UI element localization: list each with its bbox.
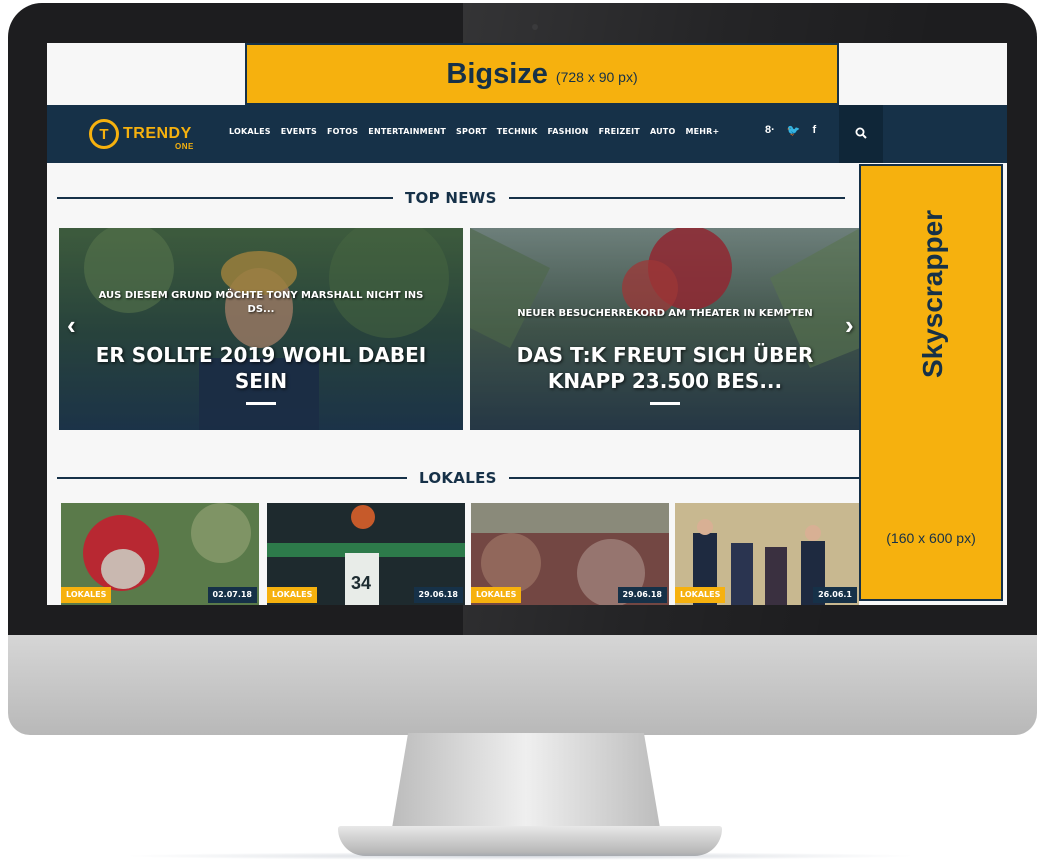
slide-2-kicker: NEUER BESUCHERREKORD AM THEATER IN KEMPT… bbox=[517, 308, 813, 319]
news-card-1[interactable]: LOKALES 02.07.18 bbox=[61, 503, 259, 605]
card-4-category-badge[interactable]: LOKALES bbox=[675, 587, 726, 603]
logo-name-text: TRENDY bbox=[123, 125, 192, 142]
slide-1-kicker-cont: DS... bbox=[247, 304, 275, 315]
monitor-shadow bbox=[120, 852, 920, 860]
nav-item-fashion[interactable]: FASHION bbox=[548, 127, 589, 136]
section-title-top-news: TOP NEWS bbox=[405, 189, 497, 207]
card-1-date: 02.07.18 bbox=[207, 587, 257, 603]
site-logo[interactable]: T TRENDY ONE bbox=[89, 115, 209, 153]
camera-dot bbox=[532, 24, 538, 30]
skyscraper-title: Skyscrapper bbox=[917, 209, 948, 379]
card-4-date: 26.06.1 bbox=[813, 587, 857, 603]
skyscraper-dimensions: (160 x 600 px) bbox=[886, 530, 976, 546]
heading-line-left bbox=[57, 477, 407, 479]
monitor-chin bbox=[8, 635, 1037, 735]
card-3-date: 29.06.18 bbox=[617, 587, 667, 603]
slide-image-1 bbox=[59, 228, 463, 430]
logo-sub-text: ONE bbox=[175, 142, 194, 151]
section-heading-lokales: LOKALES bbox=[57, 468, 859, 488]
nav-menu: LOKALES EVENTS FOTOS ENTERTAINMENT SPORT… bbox=[229, 127, 719, 136]
search-icon bbox=[855, 127, 867, 142]
social-links: 8· 🐦 f bbox=[765, 124, 816, 137]
nav-item-mehr[interactable]: MEHR+ bbox=[685, 127, 719, 136]
heading-line-left bbox=[57, 197, 393, 199]
nav-item-freizeit[interactable]: FREIZEIT bbox=[599, 127, 640, 136]
slide-2-title-line-2: KNAPP 23.500 BES... bbox=[547, 369, 783, 393]
slide-1-underline bbox=[246, 402, 276, 405]
section-title-lokales: LOKALES bbox=[419, 469, 497, 487]
twitter-icon[interactable]: 🐦 bbox=[787, 124, 801, 137]
nav-item-auto[interactable]: AUTO bbox=[650, 127, 676, 136]
bigsize-title: Bigsize bbox=[446, 57, 548, 90]
section-heading-top-news: TOP NEWS bbox=[57, 188, 845, 208]
slide-1-title-line-2: SEIN bbox=[234, 369, 288, 393]
card-1-category-badge[interactable]: LOKALES bbox=[61, 587, 112, 603]
news-card-4[interactable]: LOKALES 26.06.1 bbox=[675, 503, 859, 605]
card-2-date: 29.06.18 bbox=[413, 587, 463, 603]
nav-item-events[interactable]: EVENTS bbox=[281, 127, 317, 136]
slider-prev-icon[interactable]: ‹ bbox=[67, 310, 76, 341]
slider-next-icon[interactable]: › bbox=[845, 310, 854, 341]
slide-2-underline bbox=[650, 402, 680, 405]
bigsize-ad-banner[interactable]: Bigsize (728 x 90 px) bbox=[245, 43, 839, 105]
svg-text:34: 34 bbox=[351, 573, 371, 593]
main-navbar: T TRENDY ONE LOKALES EVENTS FOTOS ENTERT… bbox=[47, 105, 1007, 163]
slide-image-2 bbox=[470, 228, 860, 430]
nav-item-fotos[interactable]: FOTOS bbox=[327, 127, 358, 136]
search-button[interactable] bbox=[839, 105, 883, 163]
card-2-category-badge[interactable]: LOKALES bbox=[267, 587, 318, 603]
monitor-stand-neck bbox=[392, 733, 660, 828]
logo-name: TRENDY ONE bbox=[123, 125, 193, 151]
slide-1-kicker: AUS DIESEM GRUND MÖCHTE TONY MARSHALL NI… bbox=[98, 290, 424, 301]
website-screen: Bigsize (728 x 90 px) T TRENDY ONE LOKAL… bbox=[47, 43, 1007, 605]
skyscraper-ad-banner[interactable]: Skyscrapper (160 x 600 px) bbox=[859, 164, 1003, 601]
heading-line-right bbox=[508, 197, 845, 199]
nav-item-sport[interactable]: SPORT bbox=[456, 127, 487, 136]
facebook-icon[interactable]: f bbox=[812, 124, 816, 137]
bigsize-dimensions: (728 x 90 px) bbox=[555, 69, 638, 85]
news-card-3[interactable]: LOKALES 29.06.18 bbox=[471, 503, 669, 605]
slide-news-2[interactable]: NEUER BESUCHERREKORD AM THEATER IN KEMPT… bbox=[470, 228, 860, 430]
nav-item-entertainment[interactable]: ENTERTAINMENT bbox=[368, 127, 446, 136]
slide-1-title-line-1: ER SOLLTE 2019 WOHL DABEI bbox=[95, 343, 427, 367]
nav-item-technik[interactable]: TECHNIK bbox=[497, 127, 538, 136]
nav-item-lokales[interactable]: LOKALES bbox=[229, 127, 271, 136]
news-card-2[interactable]: 34 LOKALES 29.06.18 bbox=[267, 503, 465, 605]
slide-news-1[interactable]: AUS DIESEM GRUND MÖCHTE TONY MARSHALL NI… bbox=[59, 228, 463, 430]
logo-mark: T bbox=[89, 119, 119, 149]
google-plus-icon[interactable]: 8· bbox=[765, 124, 775, 137]
ad-top-area: Bigsize (728 x 90 px) bbox=[47, 43, 1007, 105]
slide-2-title-line-1: DAS T:K FREUT SICH ÜBER bbox=[516, 343, 814, 367]
heading-line-right bbox=[508, 477, 859, 479]
card-3-category-badge[interactable]: LOKALES bbox=[471, 587, 522, 603]
